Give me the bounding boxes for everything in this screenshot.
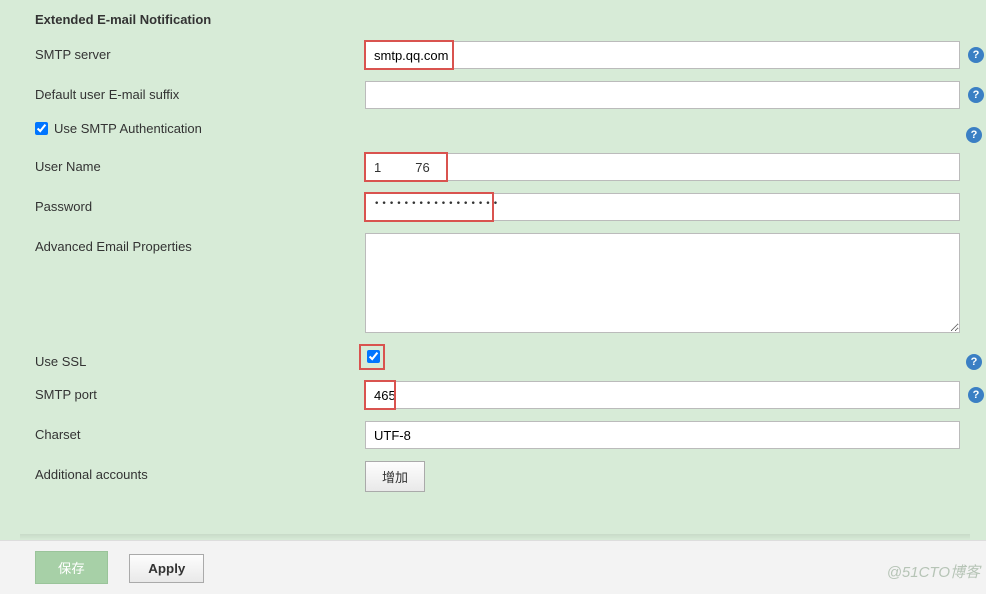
label-default-suffix: Default user E-mail suffix xyxy=(35,81,365,102)
help-icon[interactable]: ? xyxy=(966,354,982,370)
help-icon[interactable]: ? xyxy=(968,47,984,63)
row-use-smtp-auth: Use SMTP Authentication ? xyxy=(0,115,986,147)
use-ssl-checkbox[interactable] xyxy=(367,350,380,363)
label-smtp-port: SMTP port xyxy=(35,381,365,402)
username-suffix: 76 xyxy=(415,160,429,175)
row-advanced-props: Advanced Email Properties xyxy=(0,227,986,342)
label-additional-accounts: Additional accounts xyxy=(35,461,365,482)
default-suffix-input[interactable] xyxy=(365,81,960,109)
row-use-ssl: Use SSL ? xyxy=(0,342,986,375)
row-additional-accounts: Additional accounts 增加 xyxy=(0,455,986,498)
label-use-smtp-auth: Use SMTP Authentication xyxy=(54,121,202,136)
smtp-server-input[interactable] xyxy=(365,41,960,69)
apply-button[interactable]: Apply xyxy=(129,554,204,583)
label-advanced-props: Advanced Email Properties xyxy=(35,233,365,254)
add-account-button[interactable]: 增加 xyxy=(365,461,425,492)
help-icon[interactable]: ? xyxy=(966,127,982,143)
smtp-port-input[interactable] xyxy=(365,381,960,409)
section-title: Extended E-mail Notification xyxy=(0,0,986,35)
help-icon[interactable]: ? xyxy=(968,387,984,403)
save-button[interactable]: 保存 xyxy=(35,551,108,584)
row-user-name: User Name 1 76 xyxy=(0,147,986,187)
user-name-input[interactable]: 1 76 xyxy=(365,153,960,181)
help-icon[interactable]: ? xyxy=(968,87,984,103)
row-smtp-server: SMTP server ? xyxy=(0,35,986,75)
use-smtp-auth-checkbox[interactable] xyxy=(35,122,48,135)
watermark: @51CTO博客 xyxy=(887,561,980,582)
username-prefix: 1 xyxy=(374,160,381,175)
label-user-name: User Name xyxy=(35,153,365,174)
label-use-ssl: Use SSL xyxy=(35,348,365,369)
row-password: Password ••••••••••••••••• xyxy=(0,187,986,227)
row-charset: Charset xyxy=(0,415,986,455)
label-smtp-server: SMTP server xyxy=(35,41,365,62)
row-default-suffix: Default user E-mail suffix ? xyxy=(0,75,986,115)
charset-input[interactable] xyxy=(365,421,960,449)
password-input[interactable]: ••••••••••••••••• xyxy=(365,193,960,221)
label-password: Password xyxy=(35,193,365,214)
advanced-props-textarea[interactable] xyxy=(365,233,960,333)
username-masked xyxy=(382,162,414,175)
row-smtp-port: SMTP port ? xyxy=(0,375,986,415)
config-panel: Extended E-mail Notification SMTP server… xyxy=(0,0,986,540)
label-charset: Charset xyxy=(35,421,365,442)
footer-bar: 保存 Apply xyxy=(0,540,986,594)
